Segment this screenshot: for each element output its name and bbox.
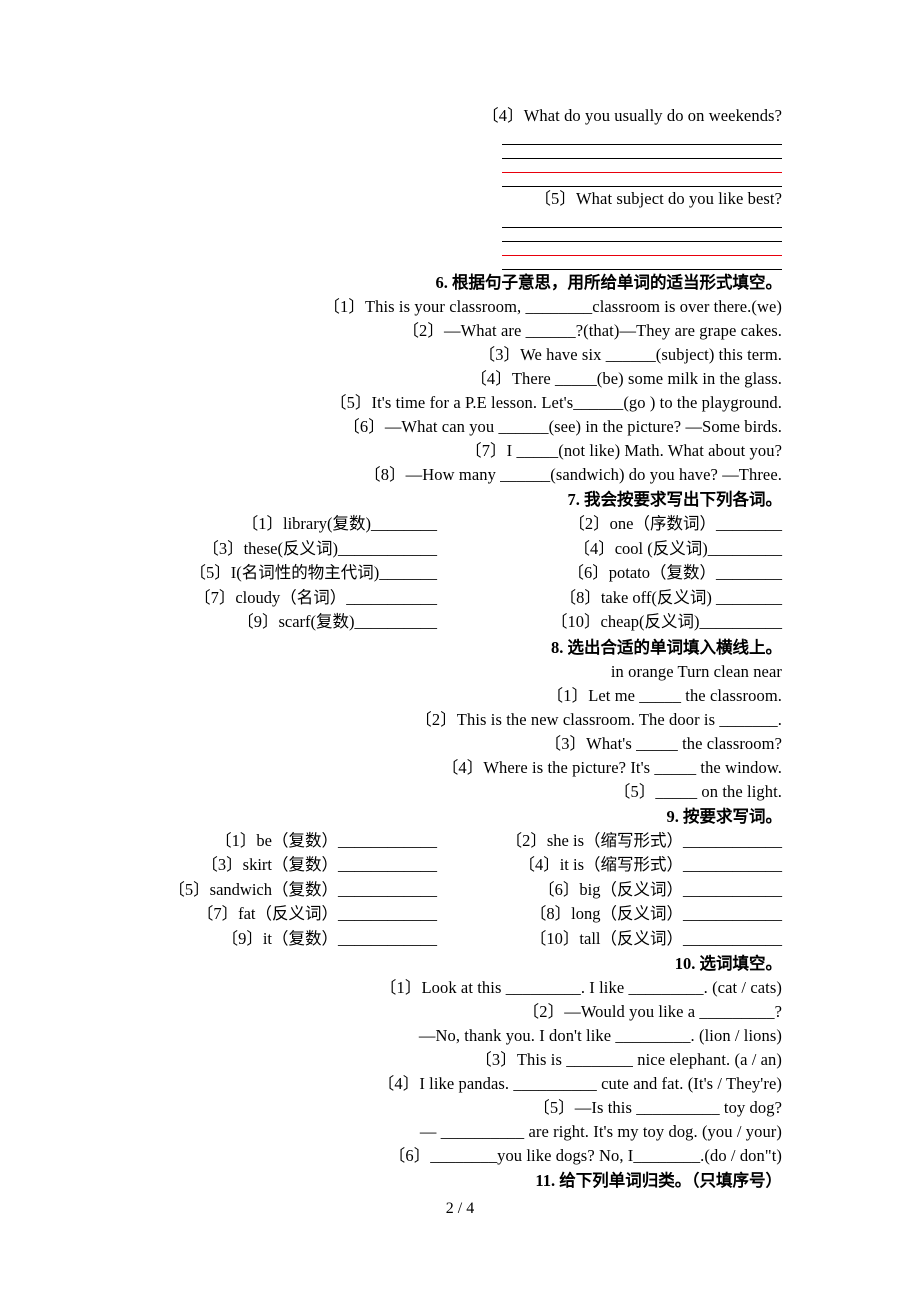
section-heading-11: 11. 给下列单词归类。（只填序号） (535, 1171, 782, 1190)
rule-line (502, 228, 782, 242)
s9-cell-7: 〔7〕fat（反义词）____________ (196, 904, 437, 923)
s10-item-3: 〔3〕This is ________ nice elephant. (a / … (475, 1050, 782, 1069)
s8-item-5: 〔5〕_____ on the light. (613, 781, 782, 801)
s6-item-5: 〔5〕It's time for a P.E lesson. Let's____… (329, 393, 782, 412)
s7-cell-9: 〔9〕scarf(复数)__________ (237, 612, 437, 631)
s6-item-6: 〔6〕—What can you ______(see) in the pict… (343, 417, 782, 436)
rule-line (502, 256, 782, 270)
s7-cell-3: 〔3〕these(反义词)____________ (202, 538, 437, 558)
s9-cell-6: 〔6〕big（反义词）____________ (538, 879, 782, 899)
section-heading-8: 8. 选出合适的单词填入横线上。 (551, 637, 782, 657)
s7-cell-7: 〔7〕cloudy（名词）___________ (194, 587, 437, 607)
s6-item-1: 〔1〕This is your classroom, ________class… (323, 297, 782, 316)
worksheet-page: 〔4〕What do you usually do on weekends? 〔… (0, 0, 920, 1302)
s10-item-4: 〔4〕I like pandas. __________ cute and fa… (377, 1074, 782, 1093)
s8-item-1: 〔1〕Let me _____ the classroom. (546, 685, 782, 705)
answer-lines-q4 (502, 128, 782, 187)
s8-item-2: 〔2〕This is the new classroom. The door i… (415, 709, 782, 729)
s10-item-1: 〔1〕Look at this _________. I like ______… (379, 978, 782, 997)
rule-line (502, 214, 782, 228)
section-heading-9: 9. 按要求写词。 (666, 806, 783, 826)
s6-item-4: 〔4〕There _____(be) some milk in the glas… (470, 369, 782, 388)
s7-cell-8: 〔8〕take off(反义词) ________ (559, 587, 782, 607)
carryover-question-5: 〔5〕What subject do you like best? (534, 189, 782, 208)
s10-item-5-reply: — __________ are right. It's my toy dog.… (419, 1122, 782, 1141)
s9-cell-9: 〔9〕it（复数）____________ (221, 928, 437, 948)
s8-word-bank: in orange Turn clean near (610, 661, 782, 681)
rule-line (502, 145, 782, 159)
s6-item-3: 〔3〕We have six ______(subject) this term… (478, 345, 782, 364)
rule-line (502, 173, 782, 187)
s10-item-5: 〔5〕—Is this __________ toy dog? (533, 1098, 782, 1117)
section-heading-10: 10. 选词填空。 (674, 954, 782, 973)
s10-item-2: 〔2〕—Would you like a _________? (522, 1002, 782, 1021)
s7-cell-4: 〔4〕cool (反义词)_________ (573, 538, 782, 558)
section-heading-6: 6. 根据句子意思，用所给单词的适当形式填空。 (435, 273, 783, 292)
rule-line-red (502, 242, 782, 256)
answer-lines-q5 (502, 211, 782, 270)
s7-cell-6: 〔6〕potato（复数）________ (567, 563, 783, 582)
s6-item-7: 〔7〕I _____(not like) Math. What about yo… (465, 441, 782, 460)
s7-cell-10: 〔10〕cheap(反义词)__________ (551, 612, 782, 631)
worksheet-content: 〔4〕What do you usually do on weekends? 〔… (100, 104, 782, 1193)
rule-line-red (502, 159, 782, 173)
s8-item-4: 〔4〕Where is the picture? It's _____ the … (441, 757, 782, 777)
s9-cell-3: 〔3〕skirt（复数）____________ (201, 855, 437, 874)
section-heading-7: 7. 我会按要求写出下列各词。 (567, 490, 783, 509)
s9-cell-1: 〔1〕be（复数）____________ (215, 830, 437, 850)
s8-item-3: 〔3〕What's _____ the classroom? (544, 733, 782, 753)
s7-cell-2: 〔2〕one（序数词）________ (568, 514, 782, 533)
s9-cell-8: 〔8〕long（反义词）____________ (529, 904, 782, 923)
s9-cell-5: 〔5〕sandwich（复数）____________ (168, 879, 437, 899)
s7-cell-1: 〔1〕library(复数)________ (241, 514, 437, 533)
page-number: 2 / 4 (445, 1200, 475, 1217)
s7-cell-5: 〔5〕I(名词性的物主代词)_______ (189, 563, 437, 582)
s9-cell-2: 〔2〕she is（缩写形式）____________ (505, 830, 782, 850)
section-9-grid: 〔1〕be（复数）____________ 〔2〕she is（缩写形式）___… (100, 829, 782, 952)
rule-line (502, 131, 782, 145)
s9-cell-10: 〔10〕tall（反义词）____________ (529, 928, 782, 948)
section-7-grid: 〔1〕library(复数)________ 〔2〕one（序数词）______… (100, 512, 782, 635)
s6-item-8: 〔8〕—How many ______(sandwich) do you hav… (364, 465, 782, 484)
carryover-question-4: 〔4〕What do you usually do on weekends? (482, 106, 782, 125)
s10-item-2-reply: —No, thank you. I don't like _________. … (418, 1026, 782, 1045)
s9-cell-4: 〔4〕it is（缩写形式）____________ (518, 855, 782, 874)
s6-item-2: 〔2〕—What are ______?(that)—They are grap… (402, 321, 782, 340)
s10-item-6: 〔6〕________you like dogs? No, I________.… (388, 1146, 782, 1165)
